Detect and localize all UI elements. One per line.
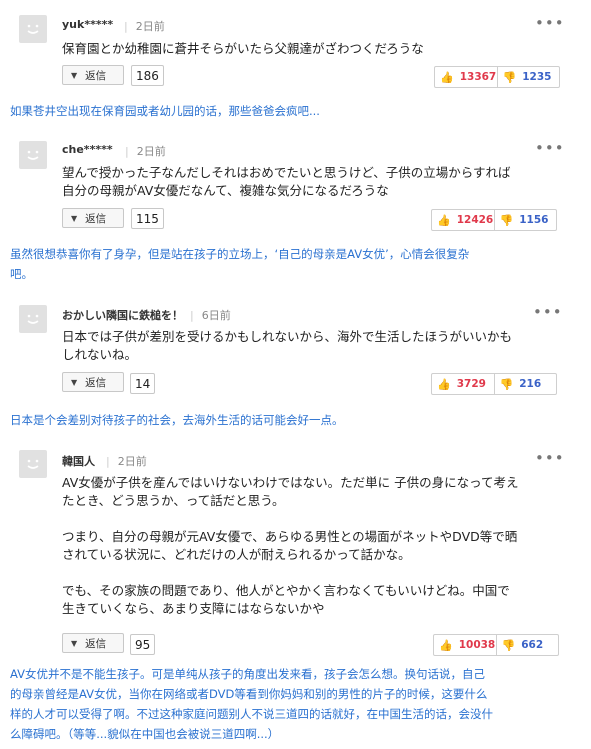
comment-meta: | 2日前 [115, 143, 166, 159]
caret-down-icon: ▼ [71, 213, 78, 223]
comment-username[interactable]: おかしい隣国に鉄槌を！ [62, 307, 183, 323]
reply-label: 返信 [85, 637, 107, 650]
caret-down-icon: ▼ [71, 70, 78, 80]
comment-username[interactable]: yuk***** [62, 18, 113, 31]
translation-text: 日本是个会差别对待孩子的社会，去海外生活的话可能会好一点。 [10, 413, 344, 427]
downvote-button[interactable]: 👎 1235 [496, 67, 560, 87]
thumbs-down-icon: 👎 [499, 377, 514, 391]
more-options-icon[interactable]: ••• [535, 16, 565, 31]
vote-buttons: 👍 10038 👎 662 [433, 634, 559, 656]
comment-timestamp: 2日前 [136, 145, 166, 158]
upvote-count: 12426 [456, 214, 494, 226]
upvote-button[interactable]: 👍 12426 [432, 210, 494, 230]
translation-text: 虽然很想恭喜你有了身孕，但是站在孩子的立场上，‘自己的母亲是AV女优’，心情会很… [10, 247, 470, 281]
comment-meta: | 2日前 [96, 453, 147, 469]
comment-timestamp: 6日前 [201, 309, 231, 322]
thumbs-down-icon: 👎 [502, 70, 517, 84]
comment-meta: | 2日前 [114, 18, 165, 34]
translation-text: AV女优并不是不能生孩子。可是单纯从孩子的角度出发来看，孩子会怎么想。换句话说，… [10, 667, 493, 741]
downvote-count: 1235 [522, 71, 552, 83]
reply-count: 14 [130, 373, 156, 394]
vote-buttons: 👍 3729 👎 216 [431, 373, 557, 395]
downvote-count: 1156 [519, 214, 549, 226]
upvote-count: 10038 [458, 639, 496, 651]
comment-text: AV女優が子供を産んではいけないわけではない。ただ単に 子供の身になって考え た… [62, 475, 519, 616]
caret-down-icon: ▼ [71, 638, 78, 648]
thumbs-up-icon: 👍 [440, 70, 454, 84]
comment-username[interactable]: 韓国人 [62, 453, 95, 469]
smiley-face-icon [27, 24, 39, 34]
vote-buttons: 👍 12426 👎 1156 [431, 209, 557, 231]
more-options-icon[interactable]: ••• [533, 305, 563, 320]
reply-button[interactable]: ▼ 返信 [62, 633, 124, 653]
reply-button[interactable]: ▼ 返信 [62, 65, 124, 85]
downvote-count: 662 [521, 639, 544, 651]
comment-text: 保育園とか幼稚園に蒼井そらがいたら父親達がざわつくだろうな [62, 41, 424, 56]
comment-timestamp: 2日前 [135, 20, 165, 33]
vote-buttons: 👍 13367 👎 1235 [434, 66, 560, 88]
divider: | [124, 20, 128, 33]
reply-count: 186 [131, 65, 164, 86]
reply-button[interactable]: ▼ 返信 [62, 372, 124, 392]
upvote-button[interactable]: 👍 10038 [434, 635, 496, 655]
downvote-button[interactable]: 👎 216 [493, 374, 557, 394]
upvote-count: 13367 [459, 71, 497, 83]
divider: | [106, 455, 110, 468]
avatar [19, 305, 47, 333]
thumbs-down-icon: 👎 [501, 638, 516, 652]
reply-count: 115 [131, 208, 164, 229]
thumbs-up-icon: 👍 [439, 638, 453, 652]
more-options-icon[interactable]: ••• [535, 141, 565, 156]
comment-text: 望んで授かった子なんだしそれはおめでたいと思うけど、子供の立場からすれば 自分の… [62, 165, 511, 198]
translation-text: 如果苍井空出现在保育园或者幼儿园的话，那些爸爸会疯吧... [10, 104, 320, 118]
smiley-face-icon [27, 459, 39, 469]
reply-label: 返信 [85, 212, 107, 225]
thumbs-down-icon: 👎 [499, 213, 514, 227]
upvote-button[interactable]: 👍 3729 [432, 374, 494, 394]
reply-button[interactable]: ▼ 返信 [62, 208, 124, 228]
comment-meta: | 6日前 [180, 307, 231, 323]
reply-label: 返信 [85, 376, 107, 389]
divider: | [190, 309, 194, 322]
downvote-button[interactable]: 👎 1156 [493, 210, 557, 230]
avatar [19, 141, 47, 169]
downvote-count: 216 [519, 378, 542, 390]
avatar [19, 15, 47, 43]
comment-username[interactable]: che***** [62, 143, 113, 156]
comment-timestamp: 2日前 [117, 455, 147, 468]
reply-label: 返信 [85, 69, 107, 82]
upvote-count: 3729 [456, 378, 486, 390]
smiley-face-icon [27, 150, 39, 160]
downvote-button[interactable]: 👎 662 [495, 635, 559, 655]
reply-count: 95 [130, 634, 156, 655]
avatar [19, 450, 47, 478]
thumbs-up-icon: 👍 [437, 213, 451, 227]
comment-text: 日本では子供が差別を受けるかもしれないから、海外で生活したほうがいいかも しれな… [62, 329, 513, 362]
upvote-button[interactable]: 👍 13367 [435, 67, 497, 87]
smiley-face-icon [27, 314, 39, 324]
divider: | [125, 145, 129, 158]
thumbs-up-icon: 👍 [437, 377, 451, 391]
caret-down-icon: ▼ [71, 377, 78, 387]
more-options-icon[interactable]: ••• [535, 451, 565, 466]
